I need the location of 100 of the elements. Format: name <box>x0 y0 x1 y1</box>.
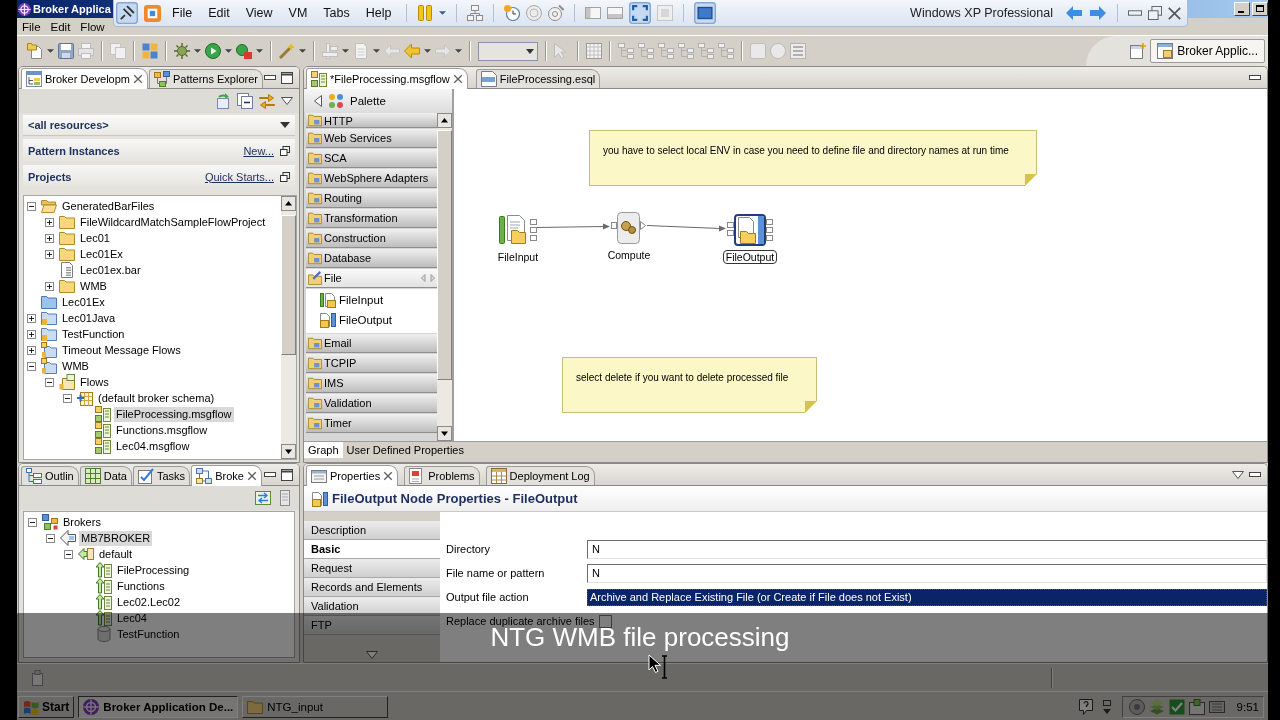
view-tab[interactable]: Properties <box>306 465 399 486</box>
collapse-icon[interactable] <box>28 517 37 527</box>
hierarchy-icon[interactable] <box>467 5 484 21</box>
dial-icon[interactable] <box>548 5 565 21</box>
caret-icon[interactable] <box>299 49 306 53</box>
palette-drawer[interactable]: Validation <box>306 394 437 413</box>
palette-drawer[interactable]: Email <box>306 334 437 353</box>
expand-icon[interactable] <box>27 345 36 355</box>
section-link[interactable]: Quick Starts... <box>204 170 274 183</box>
caret-icon[interactable] <box>342 49 349 53</box>
close-icon[interactable] <box>1168 6 1181 20</box>
tree-item[interactable]: Functions <box>115 578 167 594</box>
clock-icon[interactable] <box>504 5 521 21</box>
tiles-icon[interactable] <box>142 43 158 59</box>
expand-icon[interactable] <box>45 233 54 243</box>
tree-item[interactable]: Lec01Ex <box>78 246 125 262</box>
palette-drawer[interactable]: Routing <box>306 189 437 208</box>
caret-icon[interactable] <box>194 49 201 53</box>
window-caret-icon[interactable] <box>1101 699 1112 714</box>
scroll-thumb[interactable] <box>281 215 296 355</box>
minimize-icon[interactable] <box>1249 75 1261 80</box>
tree-item[interactable]: FileProcessing <box>115 562 192 578</box>
collapse-icon[interactable] <box>27 361 36 371</box>
check-icon[interactable] <box>1168 698 1185 715</box>
palette-drawer[interactable]: Timer <box>306 414 437 433</box>
checkbox[interactable] <box>598 614 612 628</box>
palette-drawer[interactable]: IMS <box>306 374 437 393</box>
fullscreen-icon[interactable] <box>629 2 652 24</box>
input-field[interactable]: N <box>587 563 1267 583</box>
tree-item[interactable]: Lec04.msgflow <box>114 438 192 454</box>
refresh-icon[interactable] <box>215 93 231 109</box>
close-icon[interactable] <box>133 74 143 84</box>
menu-item[interactable]: File <box>17 20 46 33</box>
page-icon[interactable] <box>277 490 293 506</box>
tree-item[interactable]: FileWildcardMatchSampleFlowProject <box>78 214 268 230</box>
arrow-right-icon[interactable] <box>1089 5 1107 21</box>
file-folder-node-icon[interactable] <box>499 214 537 246</box>
tree-item[interactable]: TestFunction <box>60 326 127 342</box>
tree-item[interactable]: Lec01Java <box>60 310 118 326</box>
caret-icon[interactable] <box>225 49 232 53</box>
window-plus-icon[interactable] <box>1130 43 1147 59</box>
menu-item[interactable]: Tabs <box>318 6 355 20</box>
collapse-icon[interactable] <box>63 393 72 403</box>
view-tab[interactable]: Deployment Log <box>485 466 595 485</box>
box-icon[interactable] <box>1188 698 1205 715</box>
minimize-icon[interactable] <box>264 75 276 80</box>
view-tab[interactable]: Tasks <box>133 466 191 485</box>
grid-icon[interactable] <box>586 43 602 59</box>
palette-drawer[interactable]: Web Services <box>306 129 437 148</box>
menu-item[interactable]: View <box>240 6 278 20</box>
help-icon[interactable] <box>1077 698 1094 715</box>
scroll-down-icon[interactable] <box>281 444 296 459</box>
property-tab[interactable]: FTP <box>304 616 440 635</box>
scroll-down-icon[interactable] <box>437 426 452 441</box>
tree-item[interactable]: WMB <box>60 358 91 374</box>
close-icon[interactable] <box>383 471 394 481</box>
scroll-up-icon[interactable] <box>437 113 452 128</box>
transfer-arrows-icon[interactable] <box>255 490 271 506</box>
filter-dropdown[interactable]: <all resources> <box>23 115 295 136</box>
editor-page-tab[interactable]: Graph <box>304 442 343 458</box>
circles-node-icon[interactable] <box>611 212 647 244</box>
tree-item[interactable]: FileProcessing.msgflow <box>114 406 234 422</box>
vertical-scrollbar[interactable] <box>281 196 296 459</box>
collapse-icon[interactable] <box>46 533 55 543</box>
restore-icon[interactable] <box>280 145 290 156</box>
tree-item[interactable]: GeneratedBarFiles <box>60 198 157 214</box>
tree-item[interactable]: Lec02.Lec02 <box>115 594 182 610</box>
maximize-icon[interactable] <box>281 468 293 481</box>
arrow-left-icon[interactable] <box>1065 5 1083 21</box>
property-tab[interactable]: Request <box>304 559 440 578</box>
minimize-icon[interactable] <box>1234 2 1250 16</box>
view-menu-icon[interactable] <box>1232 470 1244 479</box>
caret-icon[interactable] <box>424 49 431 53</box>
tree-item[interactable]: default <box>97 546 135 562</box>
taskbar-button[interactable]: NTG_input <box>242 695 389 718</box>
file-folder-node-icon[interactable] <box>727 214 773 246</box>
tree-item[interactable]: MB7BROKER <box>79 530 153 546</box>
section-link[interactable]: New... <box>243 144 274 157</box>
perspective-button[interactable]: Broker Applic... <box>1150 39 1265 63</box>
caret-icon[interactable] <box>256 49 263 53</box>
collapse-icon[interactable] <box>27 201 36 211</box>
start-button[interactable]: Start <box>18 695 75 718</box>
menu-item[interactable]: Edit <box>45 20 76 33</box>
monitor-icon[interactable] <box>694 2 717 24</box>
input-field[interactable]: N <box>587 539 1267 559</box>
tree-item[interactable]: Lec04 <box>115 610 149 626</box>
view-menu-icon[interactable] <box>281 97 293 105</box>
tree-item[interactable]: Lec01Ex <box>60 294 107 310</box>
tree-item[interactable]: TestFunction <box>115 626 182 642</box>
editor-tab[interactable]: *FileProcessing.msgflow <box>306 68 468 89</box>
expand-icon[interactable] <box>45 281 54 291</box>
gear-icon[interactable] <box>174 43 190 59</box>
tree-item[interactable]: Timeout Message Flows <box>60 342 183 358</box>
property-tab[interactable]: Basic <box>304 540 440 559</box>
palette-drawer[interactable]: Database <box>306 249 437 268</box>
caret-icon[interactable] <box>47 49 54 53</box>
vertical-scrollbar[interactable] <box>437 113 452 441</box>
collapse-icon[interactable] <box>64 549 73 559</box>
expand-icon[interactable] <box>27 329 36 339</box>
run-icon[interactable] <box>205 43 221 59</box>
